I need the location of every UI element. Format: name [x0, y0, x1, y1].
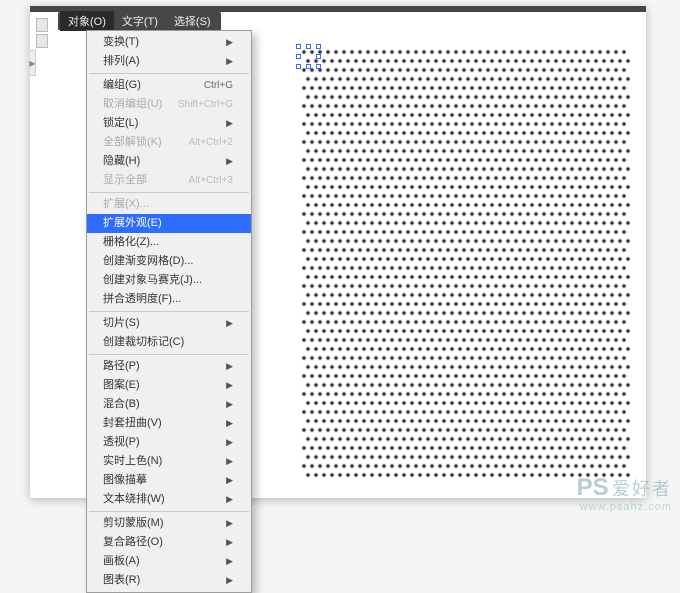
- submenu-arrow-icon: ▶: [226, 516, 233, 531]
- submenu-arrow-icon: ▶: [226, 378, 233, 393]
- menu-item-object-mosaic[interactable]: 创建对象马赛克(J)...: [87, 271, 251, 290]
- menu-item-path[interactable]: 路径(P)▶: [87, 357, 251, 376]
- menu-item-transform[interactable]: 变换(T)▶: [87, 33, 251, 52]
- menu-item-show-all: 显示全部Alt+Ctrl+3: [87, 171, 251, 190]
- menu-item-ungroup: 取消编组(U)Shift+Ctrl+G: [87, 95, 251, 114]
- menu-item-graph[interactable]: 图表(R)▶: [87, 571, 251, 590]
- tool-button[interactable]: [36, 18, 48, 32]
- menu-item-clipping-mask[interactable]: 剪切蒙版(M)▶: [87, 514, 251, 533]
- tool-button[interactable]: [36, 34, 48, 48]
- handle-s[interactable]: [306, 64, 311, 69]
- menu-item-image-trace[interactable]: 图像描摹▶: [87, 471, 251, 490]
- menu-separator: [89, 311, 249, 312]
- menu-item-perspective[interactable]: 透视(P)▶: [87, 433, 251, 452]
- menubar-item-object[interactable]: 对象(O): [60, 11, 114, 31]
- submenu-arrow-icon: ▶: [226, 454, 233, 469]
- toolbox: [36, 18, 50, 50]
- submenu-arrow-icon: ▶: [226, 535, 233, 550]
- menubar-item-select[interactable]: 选择(S): [166, 11, 219, 31]
- menu-item-expand: 扩展(X)...: [87, 195, 251, 214]
- menu-item-expand-appearance[interactable]: 扩展外观(E): [87, 214, 251, 233]
- menu-separator: [89, 354, 249, 355]
- menu-item-flatten-transparency[interactable]: 拼合透明度(F)...: [87, 290, 251, 309]
- menu-separator: [89, 73, 249, 74]
- menu-item-arrange[interactable]: 排列(A)▶: [87, 52, 251, 71]
- menu-item-slice[interactable]: 切片(S)▶: [87, 314, 251, 333]
- watermark: PS 爱好者 www.psahz.com: [577, 475, 672, 513]
- submenu-arrow-icon: ▶: [226, 435, 233, 450]
- submenu-arrow-icon: ▶: [226, 35, 233, 50]
- menu-item-unlock-all: 全部解锁(K)Alt+Ctrl+2: [87, 133, 251, 152]
- handle-e[interactable]: [316, 54, 321, 59]
- menu-item-artboards[interactable]: 画板(A)▶: [87, 552, 251, 571]
- submenu-arrow-icon: ▶: [226, 573, 233, 588]
- watermark-logo: PS: [577, 474, 609, 501]
- submenu-arrow-icon: ▶: [226, 397, 233, 412]
- menubar-item-type[interactable]: 文字(T): [114, 11, 166, 31]
- menu-item-pattern[interactable]: 图案(E)▶: [87, 376, 251, 395]
- submenu-arrow-icon: ▶: [226, 154, 233, 169]
- submenu-arrow-icon: ▶: [226, 416, 233, 431]
- handle-w[interactable]: [296, 54, 301, 59]
- menu-item-blend[interactable]: 混合(B)▶: [87, 395, 251, 414]
- handle-sw[interactable]: [296, 64, 301, 69]
- panel-collapse-toggle[interactable]: ▶: [30, 50, 36, 76]
- artwork-dot-grid: [300, 48, 634, 480]
- submenu-arrow-icon: ▶: [226, 316, 233, 331]
- handle-ne[interactable]: [316, 44, 321, 49]
- menu-item-gradient-mesh[interactable]: 创建渐变网格(D)...: [87, 252, 251, 271]
- app-window: ▶ 对象(O) 文字(T) 选择(S) 变换(T)▶ 排列(A)▶ 编组(G)C…: [30, 6, 646, 498]
- submenu-arrow-icon: ▶: [226, 492, 233, 507]
- menubar: 对象(O) 文字(T) 选择(S): [58, 12, 221, 30]
- submenu-arrow-icon: ▶: [226, 359, 233, 374]
- handle-n[interactable]: [306, 44, 311, 49]
- submenu-arrow-icon: ▶: [226, 116, 233, 131]
- menu-item-text-wrap[interactable]: 文本绕排(W)▶: [87, 490, 251, 509]
- submenu-arrow-icon: ▶: [226, 473, 233, 488]
- menu-item-rasterize[interactable]: 栅格化(Z)...: [87, 233, 251, 252]
- menu-item-live-paint[interactable]: 实时上色(N)▶: [87, 452, 251, 471]
- menu-separator: [89, 192, 249, 193]
- menu-item-hide[interactable]: 隐藏(H)▶: [87, 152, 251, 171]
- object-menu-dropdown: 变换(T)▶ 排列(A)▶ 编组(G)Ctrl+G 取消编组(U)Shift+C…: [86, 30, 252, 593]
- menu-item-group[interactable]: 编组(G)Ctrl+G: [87, 76, 251, 95]
- watermark-text: 爱好者: [612, 479, 672, 499]
- watermark-url: www.psahz.com: [580, 501, 672, 513]
- menu-separator: [89, 511, 249, 512]
- menu-item-lock[interactable]: 锁定(L)▶: [87, 114, 251, 133]
- handle-se[interactable]: [316, 64, 321, 69]
- menu-item-compound-path[interactable]: 复合路径(O)▶: [87, 533, 251, 552]
- submenu-arrow-icon: ▶: [226, 554, 233, 569]
- submenu-arrow-icon: ▶: [226, 54, 233, 69]
- handle-nw[interactable]: [296, 44, 301, 49]
- menu-item-envelope[interactable]: 封套扭曲(V)▶: [87, 414, 251, 433]
- selection-handles[interactable]: [296, 44, 326, 74]
- menu-item-crop-marks[interactable]: 创建裁切标记(C): [87, 333, 251, 352]
